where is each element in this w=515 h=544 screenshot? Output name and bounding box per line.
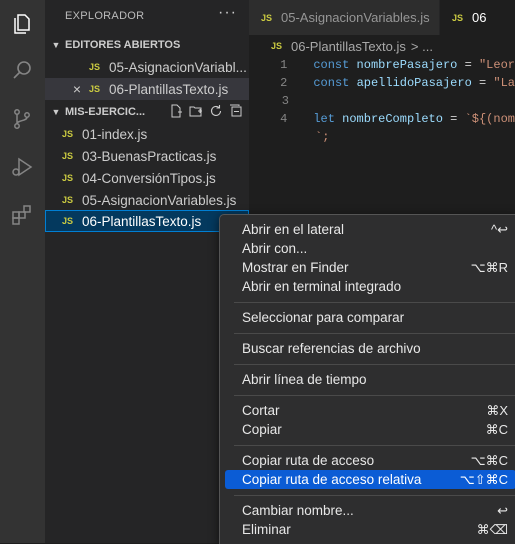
folder-actions	[169, 104, 243, 118]
menu-separator	[234, 333, 515, 334]
menu-item-copy-path[interactable]: Copiar ruta de acceso ⌥⌘C	[225, 451, 515, 470]
tab-bar: JS 05-AsignacionVariables.js JS 06	[249, 0, 515, 35]
menu-separator	[234, 364, 515, 365]
menu-separator	[234, 302, 515, 303]
new-folder-icon[interactable]	[189, 104, 203, 118]
code-line: 3	[281, 94, 289, 108]
breadcrumb-file[interactable]: 06-PlantillasTexto.js	[291, 39, 406, 54]
js-file-icon: JS	[89, 84, 101, 94]
code-line: 1 const nombrePasajero = "Leor	[280, 58, 515, 72]
file-item[interactable]: JS 05-AsignacionVariables.js	[45, 189, 249, 211]
workspace-folder-header[interactable]: ▼ MIS-EJERCIC...	[45, 101, 249, 123]
menu-item-open-timeline[interactable]: Abrir línea de tiempo	[225, 370, 515, 389]
js-file-icon: JS	[62, 173, 74, 183]
breadcrumb: JS 06-PlantillasTexto.js > ...	[249, 35, 515, 57]
menu-separator	[234, 445, 515, 446]
js-file-icon: JS	[271, 41, 283, 51]
menu-item-select-compare[interactable]: Seleccionar para comparar	[225, 308, 515, 327]
tab-plantillas-texto[interactable]: JS 06	[440, 0, 515, 35]
source-control-icon[interactable]	[7, 104, 37, 134]
menu-item-delete[interactable]: Eliminar ⌘⌫	[225, 520, 515, 539]
menu-item-open-terminal[interactable]: Abrir en terminal integrado	[225, 277, 515, 296]
open-editor-item-active[interactable]: × JS 06-PlantillasTexto.js	[45, 78, 249, 100]
js-file-icon: JS	[62, 151, 74, 161]
open-editor-item[interactable]: JS 05-AsignacionVariabl...	[45, 56, 249, 78]
menu-item-cut[interactable]: Cortar ⌘X	[225, 401, 515, 420]
sidebar-title: EXPLORADOR	[65, 10, 145, 22]
activity-bar	[0, 0, 45, 543]
files-icon[interactable]	[7, 9, 37, 39]
menu-item-find-references[interactable]: Buscar referencias de archivo	[225, 339, 515, 358]
menu-item-reveal-in-finder[interactable]: Mostrar en Finder ⌥⌘R	[225, 258, 515, 277]
refresh-icon[interactable]	[209, 104, 223, 118]
menu-item-copy-relative-path[interactable]: Copiar ruta de acceso relativa ⌥⇧⌘C	[225, 470, 515, 489]
close-icon[interactable]: ×	[68, 81, 86, 97]
js-file-icon: JS	[261, 12, 273, 23]
menu-item-copy[interactable]: Copiar ⌘C	[225, 420, 515, 439]
file-item[interactable]: JS 01-index.js	[45, 123, 249, 145]
file-item[interactable]: JS 04-ConversiónTipos.js	[45, 167, 249, 189]
search-icon[interactable]	[7, 55, 37, 85]
code-line: 2 const apellidoPasajero = "La	[280, 76, 515, 90]
chevron-down-icon: ▼	[51, 40, 61, 50]
js-file-icon: JS	[89, 62, 101, 72]
open-editors-header[interactable]: ▼ EDITORES ABIERTOS	[45, 34, 249, 56]
file-item[interactable]: JS 03-BuenasPracticas.js	[45, 145, 249, 167]
tab-asignacion-variables[interactable]: JS 05-AsignacionVariables.js	[249, 0, 439, 35]
menu-separator	[234, 395, 515, 396]
extensions-icon[interactable]	[7, 200, 37, 230]
js-file-icon: JS	[62, 216, 74, 226]
menu-item-rename[interactable]: Cambiar nombre... ↩	[225, 501, 515, 520]
code-line: `;	[315, 130, 330, 144]
chevron-down-icon: ▼	[51, 107, 61, 117]
context-menu: Abrir en el lateral ^↩ Abrir con... Mostr…	[219, 214, 515, 544]
code-line: 4 let nombreCompleto = `${(nom	[280, 112, 515, 126]
js-file-icon: JS	[62, 195, 74, 205]
run-debug-icon[interactable]	[7, 152, 37, 182]
collapse-all-icon[interactable]	[229, 104, 243, 118]
js-file-icon: JS	[452, 12, 464, 23]
new-file-icon[interactable]	[169, 104, 183, 118]
menu-separator	[234, 495, 515, 496]
js-file-icon: JS	[62, 129, 74, 139]
breadcrumb-rest[interactable]: > ...	[411, 39, 433, 54]
more-actions-icon[interactable]: ···	[218, 4, 237, 22]
menu-item-open-to-side[interactable]: Abrir en el lateral ^↩	[225, 220, 515, 239]
menu-item-open-with[interactable]: Abrir con...	[225, 239, 515, 258]
